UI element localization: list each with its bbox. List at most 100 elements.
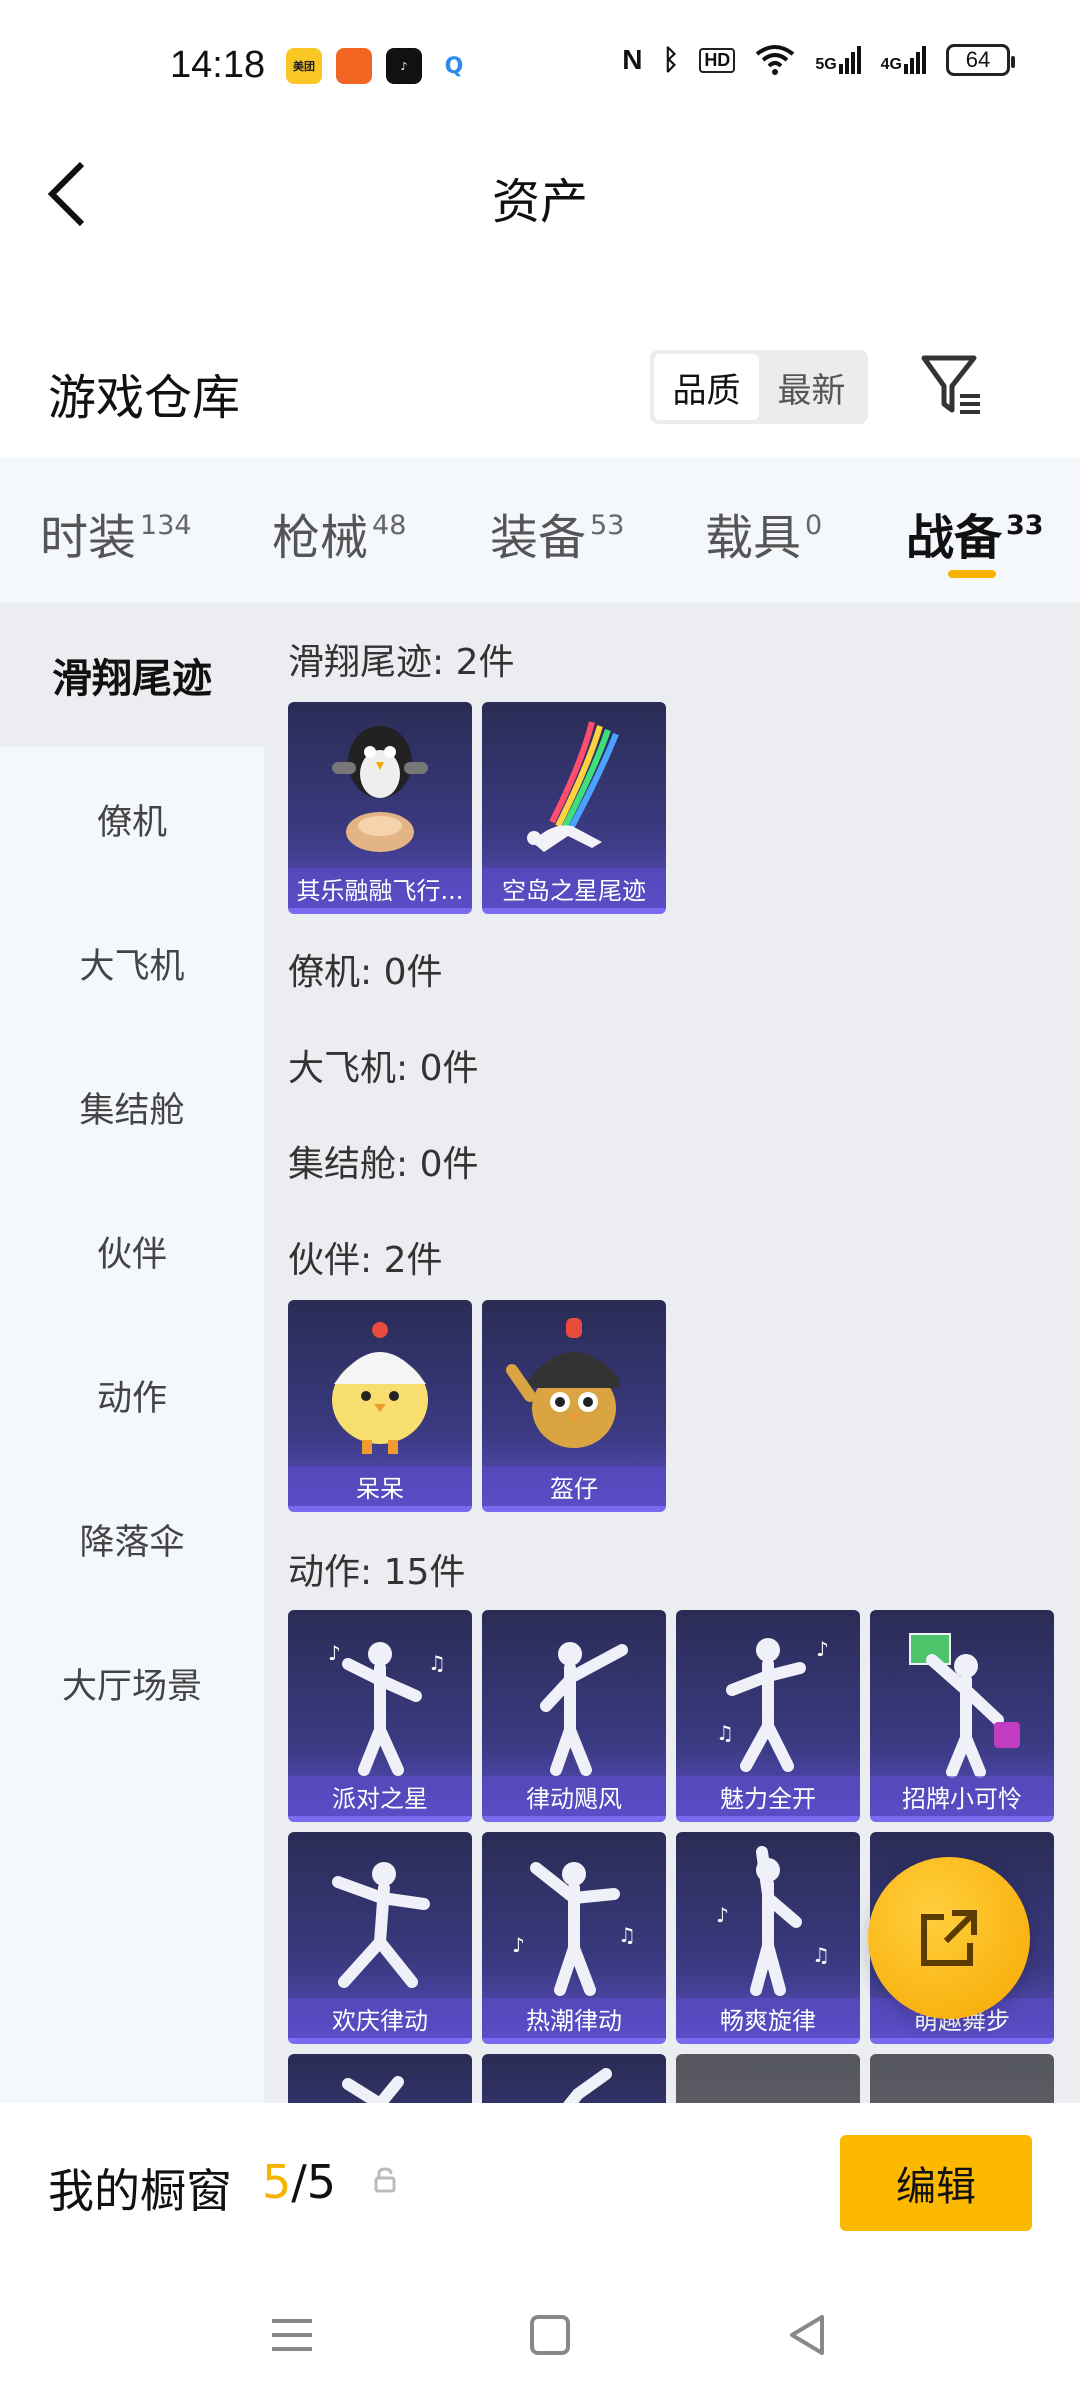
subnav-item-wingman[interactable]: 僚机: [0, 747, 264, 891]
item-card[interactable]: [288, 2054, 472, 2103]
active-tab-indicator: [948, 570, 996, 578]
home-square-icon[interactable]: [520, 2305, 580, 2365]
showcase-total: 5: [306, 2155, 337, 2209]
battery-icon: 64: [946, 44, 1015, 76]
item-card[interactable]: 欢庆律动: [288, 1832, 472, 2044]
tab-equipment[interactable]: 装备 53: [490, 498, 624, 568]
svg-text:♪: ♪: [512, 1933, 525, 1957]
tab-label: 装备: [490, 510, 587, 566]
subnav-item-big-plane[interactable]: 大飞机: [0, 891, 264, 1035]
subnav-item-emote[interactable]: 动作: [0, 1323, 264, 1467]
penguin-plane-icon: [332, 726, 428, 852]
tiktok-icon: ♪: [386, 48, 422, 84]
subnav-item-parachute[interactable]: 降落伞: [0, 1467, 264, 1611]
share-external-icon: [921, 1910, 977, 1966]
dance-pose-icon: ♪♫: [716, 1846, 830, 1996]
signal-4g-label: 4G: [880, 56, 902, 73]
svg-text:♫: ♫: [618, 1923, 636, 1947]
subnav-item-lobby-scene[interactable]: 大厅场景: [0, 1611, 264, 1755]
filter-icon: [921, 355, 980, 414]
hd-icon: HD: [699, 47, 736, 73]
item-card[interactable]: ♪ ♫ 派对之星: [288, 1610, 472, 1822]
tab-readiness[interactable]: 战备 33: [906, 498, 1044, 568]
item-card[interactable]: 盔仔: [482, 1300, 666, 1512]
item-card[interactable]: 空岛之星尾迹: [482, 702, 666, 914]
item-name: 其乐融融飞行...: [288, 868, 472, 908]
section-title-companion: 伙伴: 2件: [288, 1240, 443, 1281]
rainbow-trail-icon: [527, 721, 619, 852]
category-tabs: 时装 134 枪械 48 装备 53 载具 0 战备 33: [0, 458, 1080, 603]
item-name: 畅爽旋律: [676, 1998, 860, 2038]
tab-label: 载具: [705, 510, 802, 566]
signal-5g-icon: 5G: [815, 46, 861, 74]
svg-text:♪: ♪: [716, 1903, 729, 1927]
item-card[interactable]: 呆呆: [288, 1300, 472, 1512]
svg-text:♫: ♫: [428, 1651, 446, 1675]
status-time: 14:18: [170, 44, 266, 86]
dance-pose-icon: ♪♫: [328, 1641, 446, 1776]
showcase-separator: /: [291, 2155, 307, 2209]
section-title-emote: 动作: 15件: [288, 1552, 466, 1593]
dance-pose-icon: [342, 2076, 404, 2103]
chick-companion-icon: [332, 1322, 428, 1454]
sort-newest-button[interactable]: 最新: [759, 354, 864, 420]
dance-pose-icon: ♪♫: [512, 1862, 636, 1996]
item-name: 热潮律动: [482, 1998, 666, 2038]
subnav-item-companion[interactable]: 伙伴: [0, 1179, 264, 1323]
item-name: 欢庆律动: [288, 1998, 472, 2038]
tab-count: 134: [140, 510, 192, 541]
meituan-icon: 美团: [286, 48, 322, 84]
subnav-item-glide-trail[interactable]: 滑翔尾迹: [0, 603, 264, 747]
item-name: 律动飓风: [482, 1776, 666, 1816]
battery-level: 64: [965, 47, 991, 72]
item-name: 招牌小可怜: [870, 1776, 1054, 1816]
search-app-icon: Q: [436, 48, 472, 84]
item-name: 派对之星: [288, 1776, 472, 1816]
tab-fashion[interactable]: 时装 134: [40, 498, 192, 568]
warehouse-title: 游戏仓库: [48, 370, 241, 426]
subnav-item-assembly-pod[interactable]: 集结舱: [0, 1035, 264, 1179]
svg-text:♫: ♫: [812, 1943, 830, 1967]
item-card-locked[interactable]: [870, 2054, 1054, 2103]
menu-icon[interactable]: [262, 2305, 322, 2365]
section-title-big-plane: 大飞机: 0件: [288, 1048, 479, 1089]
tab-label: 枪械: [272, 510, 369, 566]
item-name: 盔仔: [482, 1466, 666, 1506]
tab-guns[interactable]: 枪械 48: [272, 498, 406, 568]
item-name: 呆呆: [288, 1466, 472, 1506]
showcase-bar: 我的橱窗 5/5 编辑: [0, 2103, 1080, 2273]
tab-label: 战备: [906, 510, 1003, 566]
nfc-icon: N: [622, 44, 643, 75]
svg-text:♫: ♫: [716, 1721, 734, 1745]
lock-icon: [374, 2167, 396, 2193]
title-bar: 资产: [0, 140, 1080, 250]
svg-text:♪: ♪: [328, 1641, 341, 1665]
item-card[interactable]: ♪ ♫ 魅力全开: [676, 1610, 860, 1822]
tab-count: 53: [590, 510, 625, 541]
item-card[interactable]: ♪ ♫ 热潮律动: [482, 1832, 666, 2044]
sort-toggle: 品质 最新: [650, 350, 868, 424]
item-card[interactable]: 其乐融融飞行...: [288, 702, 472, 914]
item-card[interactable]: 律动飓风: [482, 1610, 666, 1822]
tab-count: 33: [1006, 510, 1044, 541]
sort-quality-button[interactable]: 品质: [654, 354, 759, 420]
edit-button[interactable]: 编辑: [840, 2135, 1032, 2231]
share-fab[interactable]: [868, 1857, 1030, 2019]
section-title-wingman: 僚机: 0件: [288, 952, 443, 993]
tab-label: 时装: [40, 510, 137, 566]
section-title-assembly-pod: 集结舱: 0件: [288, 1144, 479, 1185]
item-card[interactable]: [482, 2054, 666, 2103]
svg-text:♪: ♪: [816, 1637, 829, 1661]
dance-pose-icon: [332, 1862, 430, 1988]
item-card[interactable]: 招牌小可怜: [870, 1610, 1054, 1822]
back-triangle-icon[interactable]: [778, 2305, 838, 2365]
item-name: 魅力全开: [676, 1776, 860, 1816]
item-card-locked[interactable]: [676, 2054, 860, 2103]
filter-button[interactable]: [918, 350, 988, 420]
status-bar: 14:18 美团 ♪ Q N ᛒ HD 5G 4G 64: [0, 0, 1080, 120]
tab-vehicles[interactable]: 载具 0: [705, 498, 822, 568]
dance-pose-icon: [540, 1642, 628, 1776]
system-nav-bar: [0, 2273, 1080, 2400]
status-app-icons: 美团 ♪ Q: [286, 48, 472, 84]
item-card[interactable]: ♪ ♫ 畅爽旋律: [676, 1832, 860, 2044]
